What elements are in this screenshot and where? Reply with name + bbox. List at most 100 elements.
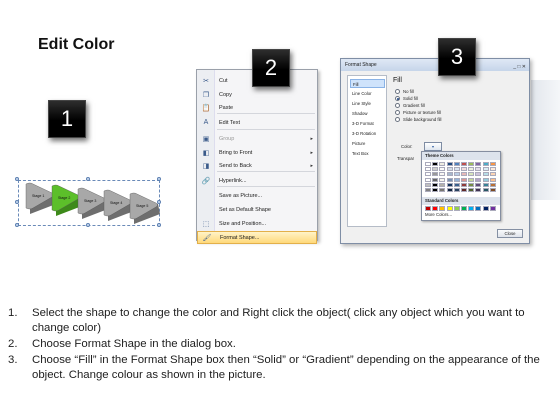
stage-shape[interactable]: Stage 3 xyxy=(77,187,108,219)
color-swatch[interactable] xyxy=(489,172,496,177)
color-swatch[interactable] xyxy=(482,182,489,187)
fill-option-solid-fill[interactable]: Solid fill xyxy=(395,96,418,101)
nav-item-picture[interactable]: Picture xyxy=(350,139,385,148)
color-swatch[interactable] xyxy=(439,182,446,187)
color-swatch[interactable] xyxy=(475,182,482,187)
color-swatch[interactable] xyxy=(453,206,460,211)
color-swatch[interactable] xyxy=(432,187,439,192)
resize-handle[interactable] xyxy=(15,223,19,227)
radio-button[interactable] xyxy=(395,110,400,115)
color-swatch[interactable] xyxy=(446,167,453,172)
stage-shape[interactable]: Stage 5 xyxy=(129,192,160,224)
color-swatch[interactable] xyxy=(453,182,460,187)
color-swatch[interactable] xyxy=(425,172,431,177)
color-swatch[interactable] xyxy=(425,206,431,211)
resize-handle[interactable] xyxy=(157,177,161,181)
color-swatch[interactable] xyxy=(446,162,453,166)
color-swatch[interactable] xyxy=(468,167,475,172)
fill-option-picture-or-texture-fill[interactable]: Picture or texture fill xyxy=(395,110,441,115)
close-button[interactable]: Close xyxy=(497,229,523,238)
radio-button[interactable] xyxy=(395,96,400,101)
color-swatch[interactable] xyxy=(482,172,489,177)
color-swatch[interactable] xyxy=(446,172,453,177)
resize-handle[interactable] xyxy=(86,177,90,181)
nav-item-shadow[interactable]: Shadow xyxy=(350,109,385,118)
color-swatch[interactable] xyxy=(425,167,431,172)
color-swatch[interactable] xyxy=(468,162,475,166)
color-swatch[interactable] xyxy=(489,167,496,172)
color-swatch[interactable] xyxy=(482,162,489,166)
color-picker-button[interactable]: ▾ xyxy=(424,142,442,151)
color-swatch[interactable] xyxy=(425,187,431,192)
color-swatch[interactable] xyxy=(432,172,439,177)
color-swatch[interactable] xyxy=(439,172,446,177)
menu-item-copy[interactable]: ❐ Copy xyxy=(197,88,317,101)
color-swatch[interactable] xyxy=(475,187,482,192)
color-swatch[interactable] xyxy=(489,182,496,187)
color-swatch[interactable] xyxy=(489,162,496,166)
resize-handle[interactable] xyxy=(15,177,19,181)
color-swatch[interactable] xyxy=(432,162,439,166)
color-swatch[interactable] xyxy=(425,182,431,187)
nav-item-line-color[interactable]: Line Color xyxy=(350,89,385,98)
color-swatch[interactable] xyxy=(453,172,460,177)
color-swatch[interactable] xyxy=(482,177,489,182)
color-swatch[interactable] xyxy=(460,172,467,177)
menu-item-edit-text[interactable]: A Edit Text xyxy=(197,116,317,129)
color-swatch[interactable] xyxy=(475,162,482,166)
radio-button[interactable] xyxy=(395,103,400,108)
fill-option-slide-background-fill[interactable]: Slide background fill xyxy=(395,117,441,122)
fill-option-gradient-fill[interactable]: Gradient fill xyxy=(395,103,425,108)
color-swatch[interactable] xyxy=(489,206,496,211)
color-swatch[interactable] xyxy=(468,187,475,192)
color-swatch[interactable] xyxy=(453,167,460,172)
color-swatch[interactable] xyxy=(432,177,439,182)
color-swatch[interactable] xyxy=(439,206,446,211)
color-swatch[interactable] xyxy=(439,187,446,192)
window-buttons[interactable]: _ □ ✕ xyxy=(513,61,526,73)
color-swatch[interactable] xyxy=(489,177,496,182)
resize-handle[interactable] xyxy=(15,200,19,204)
color-swatch[interactable] xyxy=(460,206,467,211)
color-swatch[interactable] xyxy=(468,172,475,177)
resize-handle[interactable] xyxy=(86,223,90,227)
stages-diagram[interactable]: Stage 1 Stage 2 Stage 3 Stage 4 Stage 5 xyxy=(15,177,161,227)
menu-item-set-as-default-shape[interactable]: Set as Default Shape xyxy=(197,203,317,216)
nav-item-3-d-rotation[interactable]: 3-D Rotation xyxy=(350,129,385,138)
stage-shape[interactable]: Stage 1 xyxy=(25,182,56,214)
color-swatch[interactable] xyxy=(432,182,439,187)
fill-option-no-fill[interactable]: No fill xyxy=(395,89,414,94)
color-swatch[interactable] xyxy=(453,177,460,182)
color-swatch[interactable] xyxy=(453,187,460,192)
color-swatch[interactable] xyxy=(446,206,453,211)
resize-handle[interactable] xyxy=(157,223,161,227)
color-swatch[interactable] xyxy=(475,167,482,172)
menu-item-size-and-position[interactable]: ⬚ Size and Position... xyxy=(197,217,317,230)
stage-shape[interactable]: Stage 2 xyxy=(51,184,82,216)
menu-item-group[interactable]: ▣ Group ▸ xyxy=(197,132,317,145)
color-swatch[interactable] xyxy=(432,167,439,172)
menu-item-bring-to-front[interactable]: ◧ Bring to Front ▸ xyxy=(197,146,317,159)
color-swatch[interactable] xyxy=(482,206,489,211)
color-swatch[interactable] xyxy=(446,187,453,192)
color-swatch[interactable] xyxy=(439,162,446,166)
color-swatch[interactable] xyxy=(460,167,467,172)
color-swatch[interactable] xyxy=(425,162,431,166)
menu-item-format-shape[interactable]: 🖌 Format Shape... xyxy=(197,231,317,244)
nav-item-fill[interactable]: Fill xyxy=(350,79,385,88)
color-swatch[interactable] xyxy=(482,187,489,192)
color-swatch[interactable] xyxy=(439,177,446,182)
color-swatch[interactable] xyxy=(453,162,460,166)
more-colors-link[interactable]: More Colors... xyxy=(425,212,452,217)
color-swatch[interactable] xyxy=(475,177,482,182)
nav-item-text-box[interactable]: Text Box xyxy=(350,149,385,158)
color-swatch[interactable] xyxy=(489,187,496,192)
color-swatch[interactable] xyxy=(460,187,467,192)
color-swatch[interactable] xyxy=(432,206,439,211)
color-swatch[interactable] xyxy=(460,162,467,166)
menu-item-save-as-picture[interactable]: Save as Picture... xyxy=(197,189,317,202)
color-swatch[interactable] xyxy=(460,182,467,187)
color-swatch[interactable] xyxy=(439,167,446,172)
color-swatch[interactable] xyxy=(446,182,453,187)
nav-item-line-style[interactable]: Line Style xyxy=(350,99,385,108)
